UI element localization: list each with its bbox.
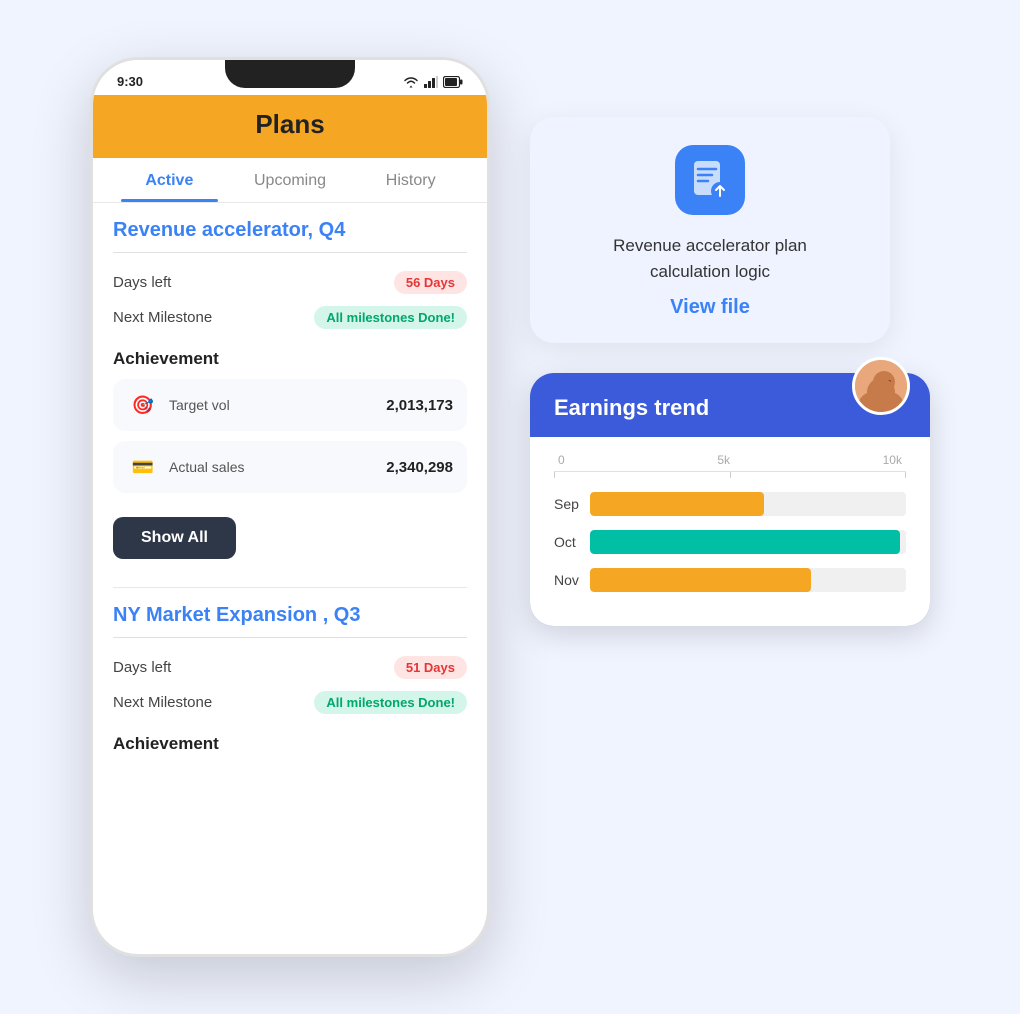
file-card-icon: [675, 145, 745, 215]
file-card-title: Revenue accelerator plan calculation log…: [566, 233, 854, 284]
axis-label-10k: 10k: [883, 453, 902, 467]
file-card: Revenue accelerator plan calculation log…: [530, 117, 890, 343]
days-left-label: Days left: [113, 274, 171, 291]
plan-2-milestone-badge: All milestones Done!: [314, 691, 467, 714]
sales-icon: 💳: [127, 451, 159, 483]
plan-2-milestone-row: Next Milestone All milestones Done!: [113, 685, 467, 720]
achievement-section-2: Achievement: [113, 734, 467, 754]
days-left-badge: 56 Days: [394, 271, 467, 294]
tab-history[interactable]: History: [350, 158, 471, 202]
wifi-icon: [403, 76, 419, 88]
chart-label-nov: Nov: [554, 572, 590, 588]
tab-upcoming[interactable]: Upcoming: [230, 158, 351, 202]
phone-header: Plans: [93, 95, 487, 158]
view-file-link[interactable]: View file: [670, 296, 750, 318]
tabs-bar: Active Upcoming History: [93, 158, 487, 203]
achievement-item-sales: 💳 Actual sales 2,340,298: [113, 441, 467, 493]
phone-content: Revenue accelerator, Q4 Days left 56 Day…: [93, 203, 487, 780]
tick-5k: [730, 472, 731, 478]
plan-1-milestone-row: Next Milestone All milestones Done!: [113, 300, 467, 335]
plan-1-title: Revenue accelerator, Q4: [113, 219, 467, 242]
chart-label-oct: Oct: [554, 534, 590, 550]
chart-axis-line: [554, 471, 906, 478]
chart-label-sep: Sep: [554, 496, 590, 512]
target-icon: 🎯: [127, 389, 159, 421]
clock: 9:30: [117, 74, 143, 89]
sales-value: 2,340,298: [386, 459, 453, 476]
milestone-badge: All milestones Done!: [314, 306, 467, 329]
document-upload-icon: [690, 159, 730, 201]
plan-2-milestone-label: Next Milestone: [113, 694, 212, 711]
chart-bar-nov-container: [590, 568, 906, 592]
status-icons: [403, 76, 463, 88]
chart-bar-oct: [590, 530, 900, 554]
chart-row-nov: Nov: [554, 568, 906, 592]
achievement-title-1: Achievement: [113, 349, 467, 369]
plan-1-days-row: Days left 56 Days: [113, 265, 467, 300]
axis-label-0: 0: [558, 453, 565, 467]
target-value: 2,013,173: [386, 397, 453, 414]
chart-bar-oct-container: [590, 530, 906, 554]
earnings-card: Earnings trend 0 5k 10k Sep: [530, 373, 930, 626]
chart-row-sep: Sep: [554, 492, 906, 516]
plan-2-days-row: Days left 51 Days: [113, 650, 467, 685]
plan-2: NY Market Expansion , Q3 Days left 51 Da…: [113, 604, 467, 754]
battery-icon: [443, 76, 463, 88]
chart-axis-labels: 0 5k 10k: [554, 453, 906, 467]
plan-2-days-badge: 51 Days: [394, 656, 467, 679]
plan-2-title: NY Market Expansion , Q3: [113, 604, 467, 627]
show-all-button[interactable]: Show All: [113, 517, 236, 559]
phone-notch: [225, 60, 355, 88]
sales-label: Actual sales: [169, 459, 386, 475]
avatar: [852, 357, 910, 415]
achievement-title-2: Achievement: [113, 734, 467, 754]
phone-mockup: 9:30: [90, 57, 490, 957]
chart-bar-sep: [590, 492, 764, 516]
achievement-section-1: Achievement 🎯 Target vol 2,013,173 💳 Act…: [113, 349, 467, 579]
target-label: Target vol: [169, 397, 386, 413]
signal-icon: [424, 76, 438, 88]
earnings-title: Earnings trend: [554, 395, 709, 421]
plan-2-days-label: Days left: [113, 659, 171, 676]
plans-title: Plans: [113, 109, 467, 140]
chart-bar-nov: [590, 568, 811, 592]
earnings-chart: 0 5k 10k Sep Oct: [530, 437, 930, 626]
achievement-item-target: 🎯 Target vol 2,013,173: [113, 379, 467, 431]
tick-10k: [905, 472, 906, 478]
plan-1: Revenue accelerator, Q4 Days left 56 Day…: [113, 219, 467, 579]
chart-bar-sep-container: [590, 492, 906, 516]
milestone-label: Next Milestone: [113, 309, 212, 326]
chart-row-oct: Oct: [554, 530, 906, 554]
tab-active[interactable]: Active: [109, 158, 230, 202]
right-side: Revenue accelerator plan calculation log…: [530, 57, 930, 626]
tick-0: [554, 472, 555, 478]
avatar-face: [855, 360, 907, 412]
axis-label-5k: 5k: [717, 453, 730, 467]
